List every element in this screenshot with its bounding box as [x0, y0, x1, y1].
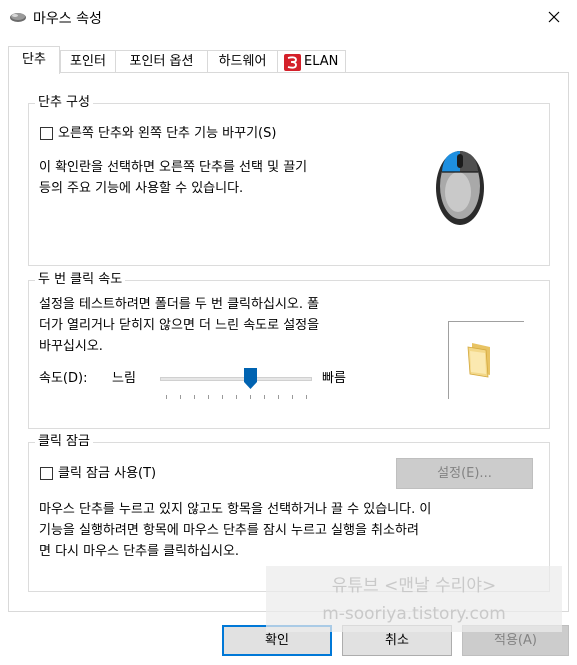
slider-tick — [194, 395, 195, 399]
tab-panel-buttons: 단추 구성 오른쪽 단추와 왼쪽 단추 기능 바꾸기(S) 이 확인란을 선택하… — [8, 72, 569, 612]
slider-tick — [222, 395, 223, 399]
click-lock-checkbox[interactable] — [40, 467, 53, 480]
click-lock-line-3: 면 다시 마우스 단추를 클릭하십시오. — [39, 544, 240, 559]
click-lock-label[interactable]: 클릭 잠금 사용(T) — [58, 464, 156, 484]
slider-thumb[interactable] — [244, 368, 257, 390]
tab-label: ELAN — [304, 54, 339, 69]
click-lock-legend: 클릭 잠금 — [35, 433, 93, 451]
tab-label: 포인터 — [70, 54, 106, 69]
double-click-speed-slider[interactable] — [160, 367, 316, 401]
click-lock-line-1: 마우스 단추를 누르고 있지 않고도 항목을 선택하거나 끌 수 있습니다. 이 — [39, 502, 432, 517]
button-config-line-2: 등의 주요 기능에 사용할 수 있습니다. — [39, 181, 244, 196]
watermark: 유튜브 <맨날 수리야> m-sooriya.tistory.com — [266, 566, 562, 632]
slider-tick — [264, 395, 265, 399]
tab-label: 단추 — [22, 52, 46, 67]
test-folder-area[interactable] — [448, 321, 524, 399]
double-click-line-1: 설정을 테스트하려면 폴더를 두 번 클릭하십시오. 폴 — [39, 297, 320, 312]
double-click-group: 두 번 클릭 속도 설정을 테스트하려면 폴더를 두 번 클릭하십시오. 폴 더… — [28, 271, 550, 429]
click-lock-settings-button[interactable]: 설정(E)... — [396, 458, 533, 489]
double-click-legend: 두 번 클릭 속도 — [35, 271, 126, 289]
button-config-line-1: 이 확인란을 선택하면 오른쪽 단추를 선택 및 끌기 — [39, 160, 308, 175]
slider-tick — [208, 395, 209, 399]
slider-tick — [166, 395, 167, 399]
close-button[interactable] — [531, 0, 577, 34]
title-bar: 마우스 속성 — [0, 0, 577, 34]
tab-elan[interactable]: ELAN — [277, 50, 346, 74]
tab-label: 포인터 옵션 — [129, 54, 194, 69]
tab-label: 하드웨어 — [218, 54, 267, 69]
tab-strip: 단추 포인터 포인터 옵션 하드웨어 ELAN — [0, 46, 577, 74]
tab-pointer-options[interactable]: 포인터 옵션 — [115, 50, 208, 74]
button-config-group: 단추 구성 오른쪽 단추와 왼쪽 단추 기능 바꾸기(S) 이 확인란을 선택하… — [28, 94, 550, 266]
swap-buttons-label[interactable]: 오른쪽 단추와 왼쪽 단추 기능 바꾸기(S) — [58, 124, 276, 144]
swap-buttons-checkbox[interactable] — [40, 127, 53, 140]
double-click-line-3: 바꾸십시오. — [39, 339, 103, 354]
slider-tick — [236, 395, 237, 399]
slider-track — [160, 377, 312, 381]
slider-tick — [180, 395, 181, 399]
click-lock-line-2: 기능을 실행하려면 항목에 마우스 단추를 잠시 누르고 실행을 취소하려 — [39, 523, 419, 538]
folder-icon — [466, 341, 496, 379]
fast-label: 빠름 — [322, 371, 346, 386]
tab-buttons[interactable]: 단추 — [8, 46, 60, 74]
mouse-illustration-icon — [434, 142, 486, 227]
slow-label: 느림 — [112, 371, 136, 386]
watermark-line-1: 유튜브 <맨날 수리야> — [331, 576, 497, 596]
tab-pointers[interactable]: 포인터 — [60, 50, 116, 74]
speed-label: 속도(D): — [39, 371, 88, 386]
elan-logo-icon — [284, 53, 301, 71]
watermark-line-2: m-sooriya.tistory.com — [322, 604, 506, 624]
double-click-line-2: 더가 열리거나 닫히지 않으면 더 느린 속도로 설정을 — [39, 318, 320, 333]
button-config-legend: 단추 구성 — [35, 94, 93, 112]
slider-tick — [306, 395, 307, 399]
mouse-icon — [9, 11, 27, 23]
close-icon — [548, 11, 560, 23]
slider-tick — [250, 395, 251, 399]
window-title: 마우스 속성 — [33, 11, 102, 27]
tab-hardware[interactable]: 하드웨어 — [207, 50, 278, 74]
slider-tick — [292, 395, 293, 399]
slider-tick — [278, 395, 279, 399]
slider-ticks — [160, 395, 316, 400]
